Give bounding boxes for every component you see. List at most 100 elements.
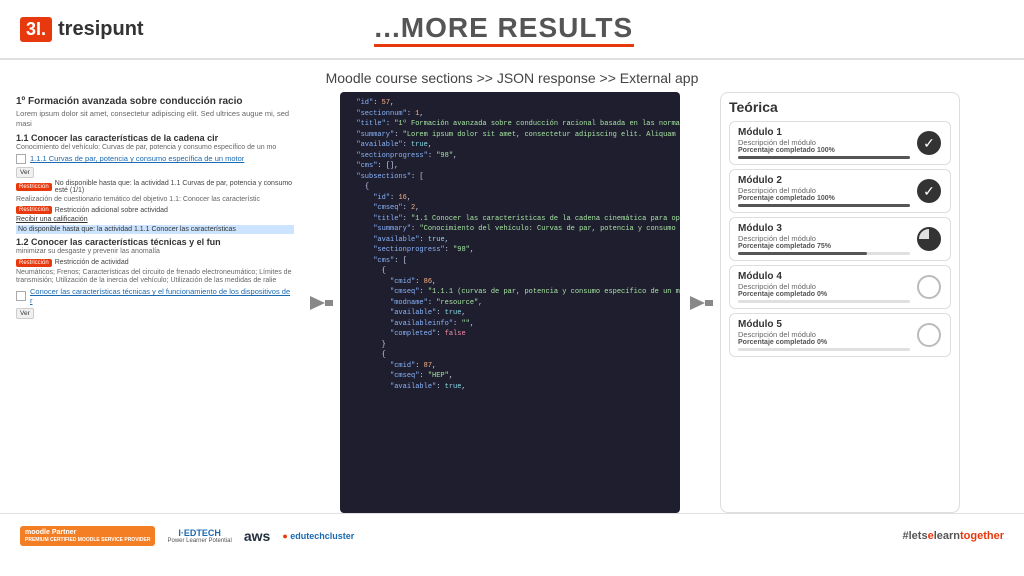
json-line: "cmid": 86, xyxy=(348,277,672,288)
module-check xyxy=(916,322,942,348)
checkbox-1[interactable] xyxy=(16,154,26,164)
json-line: "cms": [ xyxy=(348,256,672,267)
main-content: 1º Formación avanzada sobre conducción r… xyxy=(0,92,1024,513)
subsection2: 1.2 Conocer las características técnicas… xyxy=(16,237,294,319)
badge2-text: Restricción adicional sobre actividad xyxy=(55,207,168,214)
header: 3I. tresipunt ...MORE RESULTS xyxy=(0,0,1024,60)
footer-logos: moodle Partner PREMIUM CERTIFIED MOODLE … xyxy=(20,526,354,546)
module-desc: Descripción del módulo xyxy=(738,282,910,291)
badge1: Restricción xyxy=(16,183,52,191)
progress-bar-container xyxy=(738,300,910,303)
json-line: } xyxy=(348,340,672,351)
module-card-info: Módulo 4 Descripción del módulo Porcenta… xyxy=(738,271,910,303)
title-prefix: ... xyxy=(374,12,400,43)
check-half-icon xyxy=(917,227,941,251)
module-card-1: Módulo 1 Descripción del módulo Porcenta… xyxy=(729,121,951,165)
subsection1-desc: Conocimiento del vehículo: Curvas de par… xyxy=(16,144,294,152)
json-line: "modname": "resource", xyxy=(348,298,672,309)
arrow-right-icon-2 xyxy=(685,288,715,318)
section1-title: 1º Formación avanzada sobre conducción r… xyxy=(16,96,294,107)
progress-bar-container xyxy=(738,204,910,207)
module-progress-label: Porcentaje completado 75% xyxy=(738,243,910,250)
module-card-info: Módulo 5 Descripción del módulo Porcenta… xyxy=(738,319,910,351)
check-full-icon: ✓ xyxy=(917,131,941,155)
module-card-info: Módulo 3 Descripción del módulo Porcenta… xyxy=(738,223,910,255)
json-line: "available": true, xyxy=(348,140,672,151)
progress-bar-container xyxy=(738,348,910,351)
check-empty-icon xyxy=(917,323,941,347)
desc-quiz: Realización de cuestionario temático del… xyxy=(16,196,294,204)
logo-area: 3I. tresipunt xyxy=(20,17,144,42)
json-line: "summary": "Lorem ipsum dolor sit amet, … xyxy=(348,130,672,141)
module-title: Módulo 5 xyxy=(738,319,910,330)
subsection2-desc2: minimizar su desgaste y prevenir las ano… xyxy=(16,248,294,256)
json-line: { xyxy=(348,350,672,361)
progress-bar-fill xyxy=(738,204,910,207)
module-title: Módulo 2 xyxy=(738,175,910,186)
module-card-info: Módulo 1 Descripción del módulo Porcenta… xyxy=(738,127,910,159)
hashtag: #letselearntogether xyxy=(903,530,1005,542)
json-line: { xyxy=(348,182,672,193)
json-line: "sectionprogress": "98", xyxy=(348,151,672,162)
json-line: "subsections": [ xyxy=(348,172,672,183)
json-line: "cmseq": "HEP", xyxy=(348,371,672,382)
module-item-2: Conocer las características técnicas y e… xyxy=(16,287,294,305)
module-title: Módulo 1 xyxy=(738,127,910,138)
aws-logo: aws xyxy=(244,528,270,544)
json-line: { xyxy=(348,266,672,277)
badge2: Restricción xyxy=(16,206,52,214)
subsection1-title: 1.1 Conocer las características de la ca… xyxy=(16,133,294,143)
subsection2-content: Neumáticos; Frenos; Características del … xyxy=(16,269,294,286)
title-main: MORE RESULTS xyxy=(401,12,633,43)
panel-title: Teórica xyxy=(729,99,951,115)
module-check: ✓ xyxy=(916,178,942,204)
json-line: "sectionnum": 1, xyxy=(348,109,672,120)
ver2-button[interactable]: Ver xyxy=(16,308,34,319)
badge1-text: No disponible hasta que: la actividad 1.… xyxy=(55,180,294,194)
json-line: "available": true, xyxy=(348,235,672,246)
module-item-1: 1.1.1 Curvas de par, potencia y consumo … xyxy=(16,154,294,164)
json-line: "id": 57, xyxy=(348,98,672,109)
footer: moodle Partner PREMIUM CERTIFIED MOODLE … xyxy=(0,513,1024,558)
module-desc: Descripción del módulo xyxy=(738,138,910,147)
json-line: "cms": [], xyxy=(348,161,672,172)
module-card-3: Módulo 3 Descripción del módulo Porcenta… xyxy=(729,217,951,261)
logo-text: tresipunt xyxy=(58,18,144,41)
progress-bar-container xyxy=(738,156,910,159)
module-card-info: Módulo 2 Descripción del módulo Porcenta… xyxy=(738,175,910,207)
module-progress-label: Porcentaje completado 100% xyxy=(738,147,910,154)
progress-bar-fill xyxy=(738,156,910,159)
module-title: Módulo 3 xyxy=(738,223,910,234)
json-line: "sectionprogress": "98", xyxy=(348,245,672,256)
json-line: "title": "1.1 Conocer las característica… xyxy=(348,214,672,225)
modules-container: Módulo 1 Descripción del módulo Porcenta… xyxy=(729,121,951,357)
module-check xyxy=(916,274,942,300)
module-card-5: Módulo 5 Descripción del módulo Porcenta… xyxy=(729,313,951,357)
subsection1: 1.1 Conocer las características de la ca… xyxy=(16,133,294,235)
subsection2-title: 1.2 Conocer las características técnicas… xyxy=(16,237,294,247)
logo-box: 3I. xyxy=(20,17,52,42)
edutechcluster-logo: ● edutechcluster xyxy=(282,531,354,541)
check-empty-icon xyxy=(917,275,941,299)
moodle-ui-panel: 1º Formación avanzada sobre conducción r… xyxy=(10,92,300,513)
json-line: "completed": false xyxy=(348,329,672,340)
module-card-2: Módulo 2 Descripción del módulo Porcenta… xyxy=(729,169,951,213)
json-line: "id": 16, xyxy=(348,193,672,204)
module-progress-label: Porcentaje completado 0% xyxy=(738,339,910,346)
badge3: Restricción xyxy=(16,259,52,267)
ver1-button[interactable]: Ver xyxy=(16,167,34,178)
json-line: "cmseq": "1.1.1 (curvas de par, potencia… xyxy=(348,287,672,298)
arrow-left xyxy=(300,92,340,513)
iedtech-logo: I·EDTECH Power Learner Potential xyxy=(167,528,231,544)
module-card-4: Módulo 4 Descripción del módulo Porcenta… xyxy=(729,265,951,309)
arrow-right xyxy=(680,92,720,513)
check-full-icon: ✓ xyxy=(917,179,941,203)
progress-bar-fill xyxy=(738,252,867,255)
title-underline xyxy=(374,44,634,47)
json-line: "available": true, xyxy=(348,308,672,319)
rating-area: Recibir una calificación xyxy=(16,216,294,223)
module-progress-label: Porcentaje completado 0% xyxy=(738,291,910,298)
module-check xyxy=(916,226,942,252)
module2-label: Conocer las características técnicas y e… xyxy=(30,287,294,305)
checkbox-2[interactable] xyxy=(16,291,26,301)
